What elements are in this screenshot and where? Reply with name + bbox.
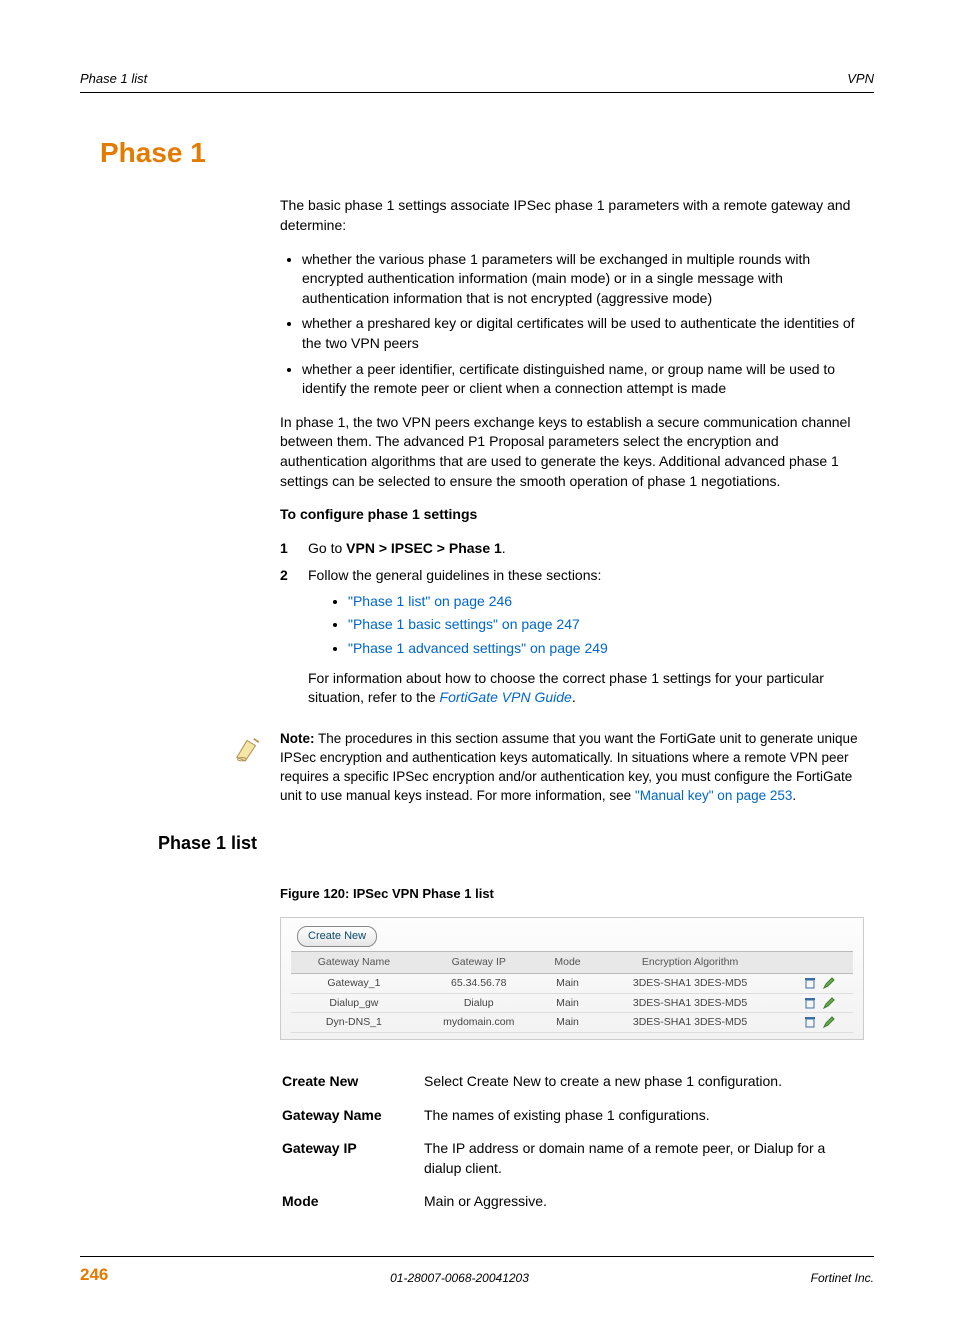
body-paragraph: In phase 1, the two VPN peers exchange k… bbox=[280, 413, 864, 491]
section-heading: Phase 1 list bbox=[158, 831, 874, 856]
desc-text: Select Create New to create a new phase … bbox=[424, 1072, 862, 1104]
cell-mode: Main bbox=[541, 1013, 595, 1033]
col-header bbox=[786, 952, 853, 974]
xref-link[interactable]: "Phase 1 basic settings" on page 247 bbox=[348, 616, 580, 632]
intro-bullet: whether the various phase 1 parameters w… bbox=[302, 250, 864, 309]
delete-icon[interactable] bbox=[804, 997, 816, 1009]
table-row: Dyn-DNS_1 mydomain.com Main 3DES-SHA1 3D… bbox=[291, 1013, 853, 1033]
edit-icon[interactable] bbox=[823, 1016, 835, 1028]
intro-paragraph: The basic phase 1 settings associate IPS… bbox=[280, 196, 864, 235]
step-body: Go to VPN > IPSEC > Phase 1. bbox=[308, 539, 864, 559]
phase1-table: Gateway Name Gateway IP Mode Encryption … bbox=[291, 951, 853, 1033]
step-1: 1 Go to VPN > IPSEC > Phase 1. bbox=[280, 539, 864, 559]
cell-ip: mydomain.com bbox=[417, 1013, 541, 1033]
step-2: 2 Follow the general guidelines in these… bbox=[280, 566, 864, 722]
description-table: Create New Select Create New to create a… bbox=[280, 1070, 864, 1226]
cell-actions bbox=[786, 1013, 853, 1033]
page-number: 246 bbox=[80, 1263, 108, 1287]
step-after-text: For information about how to choose the … bbox=[308, 669, 864, 708]
screenshot-figure: Create New Gateway Name Gateway IP Mode … bbox=[280, 917, 864, 1040]
xref-link[interactable]: "Phase 1 list" on page 246 bbox=[348, 593, 512, 609]
xref-link[interactable]: "Manual key" on page 253 bbox=[635, 788, 792, 803]
desc-text: The IP address or domain name of a remot… bbox=[424, 1139, 862, 1190]
step-text: Go to bbox=[308, 540, 346, 556]
page-header: Phase 1 list VPN bbox=[80, 70, 874, 93]
note-label: Note: bbox=[280, 731, 315, 746]
desc-label: Gateway Name bbox=[282, 1106, 422, 1138]
delete-icon[interactable] bbox=[804, 1016, 816, 1028]
step-text: Follow the general guidelines in these s… bbox=[308, 567, 601, 583]
note-text: . bbox=[792, 788, 796, 803]
page-title: Phase 1 bbox=[100, 133, 874, 172]
xref-link[interactable]: "Phase 1 advanced settings" on page 249 bbox=[348, 640, 608, 656]
guide-link[interactable]: FortiGate VPN Guide bbox=[440, 689, 572, 705]
step-link-list: "Phase 1 list" on page 246 "Phase 1 basi… bbox=[348, 592, 864, 659]
text: . bbox=[572, 689, 576, 705]
cell-mode: Main bbox=[541, 973, 595, 993]
table-header-row: Gateway Name Gateway IP Mode Encryption … bbox=[291, 952, 853, 974]
delete-icon[interactable] bbox=[804, 977, 816, 989]
cell-actions bbox=[786, 993, 853, 1013]
desc-row: Create New Select Create New to create a… bbox=[282, 1072, 862, 1104]
cell-alg: 3DES-SHA1 3DES-MD5 bbox=[594, 993, 785, 1013]
col-header: Encryption Algorithm bbox=[594, 952, 785, 974]
step-body: Follow the general guidelines in these s… bbox=[308, 566, 864, 722]
cell-actions bbox=[786, 973, 853, 993]
company-name: Fortinet Inc. bbox=[811, 1270, 874, 1287]
intro-bullet-list: whether the various phase 1 parameters w… bbox=[302, 250, 864, 399]
create-new-button[interactable]: Create New bbox=[297, 926, 377, 947]
cell-mode: Main bbox=[541, 993, 595, 1013]
desc-row: Gateway IP The IP address or domain name… bbox=[282, 1139, 862, 1190]
page-footer: 246 01-28007-0068-20041203 Fortinet Inc. bbox=[80, 1256, 874, 1287]
cell-name: Gateway_1 bbox=[291, 973, 417, 993]
desc-text: The names of existing phase 1 configurat… bbox=[424, 1106, 862, 1138]
col-header: Gateway Name bbox=[291, 952, 417, 974]
desc-label: Mode bbox=[282, 1192, 422, 1224]
table-row: Gateway_1 65.34.56.78 Main 3DES-SHA1 3DE… bbox=[291, 973, 853, 993]
cell-alg: 3DES-SHA1 3DES-MD5 bbox=[594, 973, 785, 993]
figure-caption: Figure 120: IPSec VPN Phase 1 list bbox=[280, 885, 864, 903]
step-text: . bbox=[502, 540, 506, 556]
nav-path: VPN > IPSEC > Phase 1 bbox=[346, 540, 502, 556]
edit-icon[interactable] bbox=[823, 997, 835, 1009]
step-number: 2 bbox=[280, 566, 308, 722]
desc-row: Mode Main or Aggressive. bbox=[282, 1192, 862, 1224]
note-body: Note: The procedures in this section ass… bbox=[280, 730, 864, 806]
table-row: Dialup_gw Dialup Main 3DES-SHA1 3DES-MD5 bbox=[291, 993, 853, 1013]
col-header: Gateway IP bbox=[417, 952, 541, 974]
cell-alg: 3DES-SHA1 3DES-MD5 bbox=[594, 1013, 785, 1033]
header-left: Phase 1 list bbox=[80, 70, 147, 88]
cell-ip: Dialup bbox=[417, 993, 541, 1013]
desc-text: Main or Aggressive. bbox=[424, 1192, 862, 1224]
note-block: Note: The procedures in this section ass… bbox=[80, 730, 874, 806]
configure-heading: To configure phase 1 settings bbox=[280, 505, 864, 525]
intro-bullet: whether a peer identifier, certificate d… bbox=[302, 360, 864, 399]
intro-bullet: whether a preshared key or digital certi… bbox=[302, 314, 864, 353]
cell-ip: 65.34.56.78 bbox=[417, 973, 541, 993]
note-icon bbox=[80, 730, 280, 766]
step-number: 1 bbox=[280, 539, 308, 559]
edit-icon[interactable] bbox=[823, 977, 835, 989]
desc-label: Gateway IP bbox=[282, 1139, 422, 1190]
cell-name: Dialup_gw bbox=[291, 993, 417, 1013]
desc-label: Create New bbox=[282, 1072, 422, 1104]
document-id: 01-28007-0068-20041203 bbox=[390, 1270, 529, 1287]
desc-row: Gateway Name The names of existing phase… bbox=[282, 1106, 862, 1138]
col-header: Mode bbox=[541, 952, 595, 974]
header-right: VPN bbox=[847, 70, 874, 88]
cell-name: Dyn-DNS_1 bbox=[291, 1013, 417, 1033]
